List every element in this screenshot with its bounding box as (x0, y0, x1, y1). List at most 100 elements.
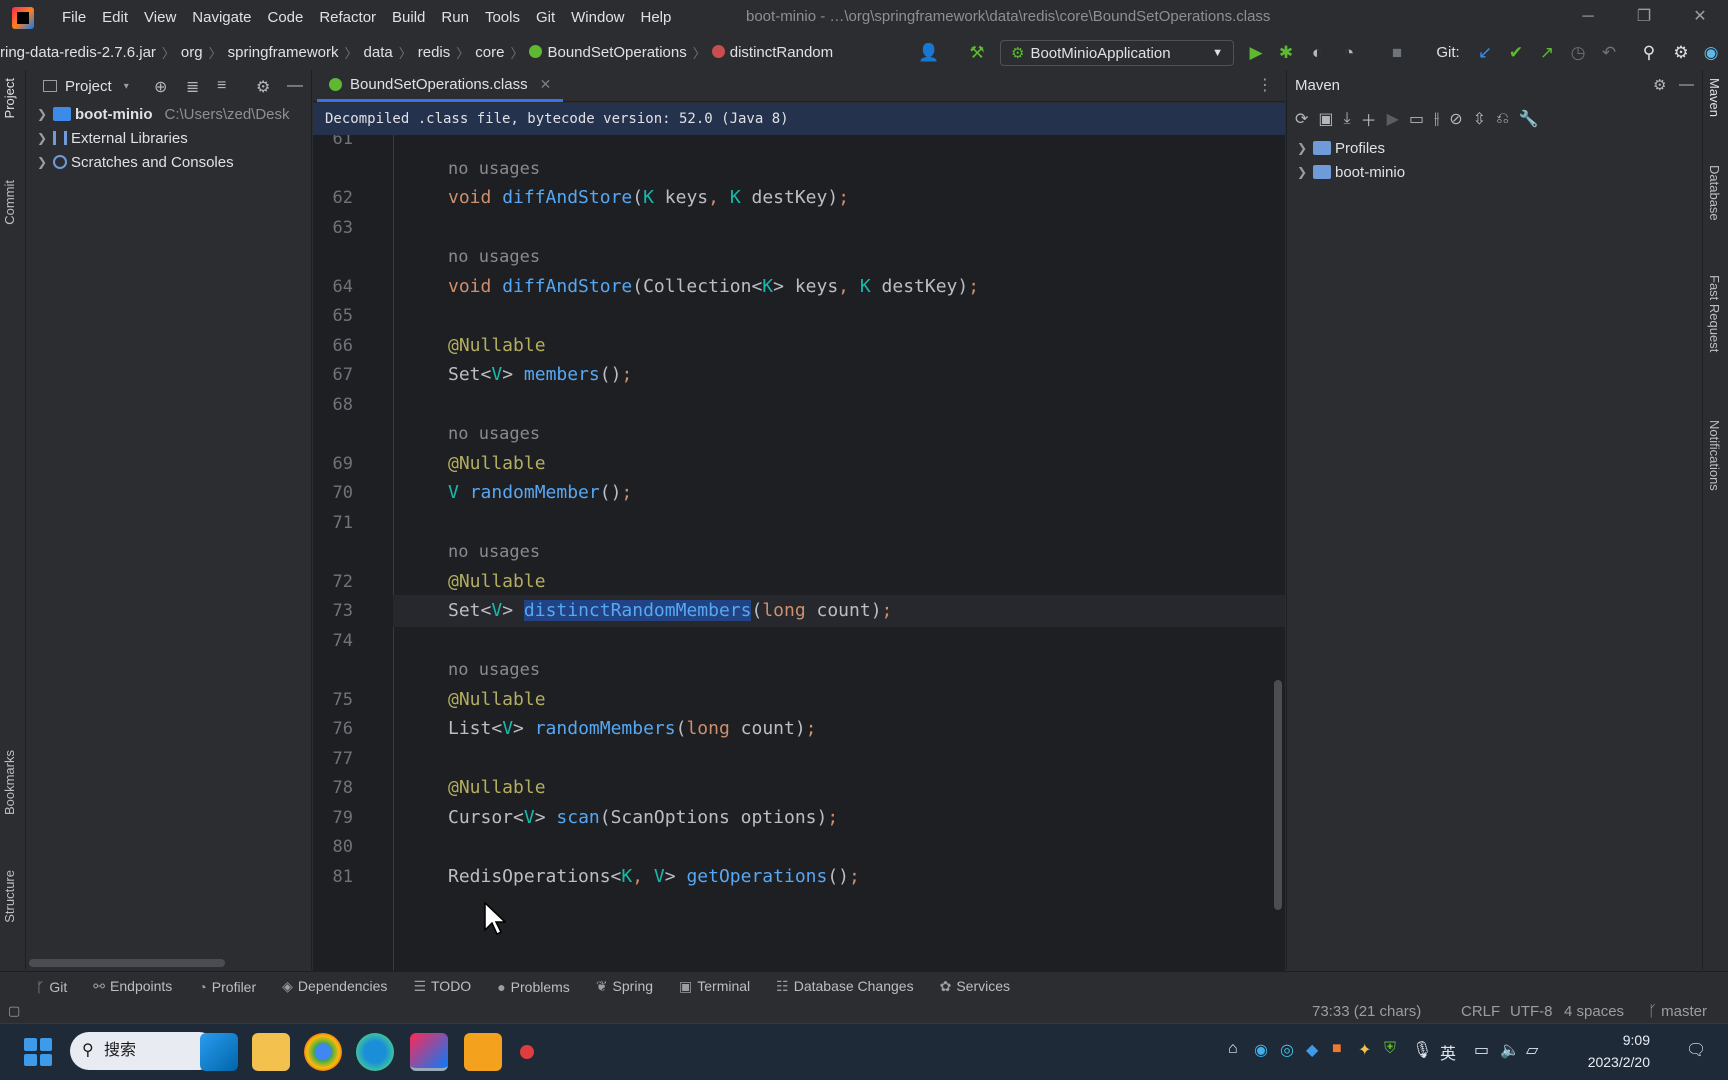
code-line[interactable]: 66 @Nullable (313, 330, 1285, 362)
tree-item-boot-minio[interactable]: ❯ boot-minio C:\Users\zed\Desk (27, 102, 311, 126)
clock-time[interactable]: 9:09 (1582, 1032, 1650, 1048)
code-line[interactable]: 78 @Nullable (313, 772, 1285, 804)
tool-tab-notifications[interactable]: Notifications (1707, 420, 1722, 491)
code-line[interactable]: 76 List<V> randomMembers(long count); (313, 713, 1285, 745)
breadcrumb-org[interactable]: org (177, 44, 207, 61)
indent-setting[interactable]: 4 spaces (1564, 1003, 1624, 1020)
tool-tab-project[interactable]: Project (2, 78, 17, 118)
maven-item-profiles[interactable]: ❯ Profiles (1287, 136, 1702, 160)
menu-refactor[interactable]: Refactor (311, 0, 384, 36)
show-dependencies-icon[interactable]: ⎌ (1496, 110, 1509, 128)
vscode-icon[interactable] (200, 1033, 238, 1071)
volume-icon[interactable]: 🔈 (1500, 1040, 1520, 1060)
close-window-icon[interactable]: ✕ (1672, 0, 1728, 34)
tool-spring[interactable]: ❦ Spring (596, 978, 653, 995)
coverage-icon[interactable]: ◐ (1306, 42, 1328, 64)
menu-file[interactable]: File (54, 0, 94, 36)
breadcrumb-springframework[interactable]: springframework (224, 44, 343, 61)
usage-hint[interactable]: no usages (448, 536, 540, 568)
tool-endpoints[interactable]: ⚯ Endpoints (93, 978, 172, 995)
code-line[interactable]: 77 (313, 743, 1285, 775)
usb-icon[interactable]: ⌂ (1228, 1040, 1238, 1058)
network-icon[interactable]: ▭ (1474, 1040, 1489, 1060)
chevron-right-icon[interactable]: ❯ (1291, 165, 1313, 179)
tree-item-external-libraries[interactable]: ❯ External Libraries (27, 126, 311, 150)
code-text[interactable]: List<V> randomMembers(long count); (448, 713, 817, 745)
tool-todo[interactable]: ☰ TODO (413, 978, 471, 995)
tray-app-icon[interactable]: ✦ (1358, 1040, 1371, 1060)
menu-view[interactable]: View (136, 0, 184, 36)
tool-tab-bookmarks[interactable]: Bookmarks (2, 750, 17, 815)
windows-start-icon[interactable] (24, 1038, 52, 1066)
chrome-icon[interactable] (304, 1033, 342, 1071)
expand-all-icon[interactable]: ≣ (186, 77, 199, 97)
menu-window[interactable]: Window (563, 0, 632, 36)
recording-icon[interactable] (520, 1045, 534, 1059)
battery-icon[interactable]: ▱ (1526, 1040, 1538, 1060)
usage-hint[interactable]: no usages (448, 654, 540, 686)
code-line[interactable]: 79 Cursor<V> scan(ScanOptions options); (313, 802, 1285, 834)
user-dropdown-icon[interactable]: 👤 (918, 42, 940, 64)
git-push-icon[interactable]: ↗ (1536, 42, 1558, 64)
debug-icon[interactable]: ✱ (1275, 42, 1297, 64)
code-line[interactable]: 73 Set<V> distinctRandomMembers(long coun… (313, 595, 1285, 627)
code-line[interactable]: 63 (313, 212, 1285, 244)
breadcrumb-core[interactable]: core (471, 44, 508, 61)
maven-wrench-icon[interactable]: 🔧 (1519, 109, 1539, 129)
code-line[interactable]: 67 Set<V> members(); (313, 359, 1285, 391)
usage-hint[interactable]: no usages (448, 153, 540, 185)
stop-icon[interactable]: ■ (1386, 42, 1408, 64)
tree-item-scratches[interactable]: ❯ Scratches and Consoles (27, 150, 311, 174)
tray-app-icon[interactable]: ◆ (1306, 1040, 1318, 1060)
code-line[interactable]: 72 @Nullable (313, 566, 1285, 598)
sublime-icon[interactable] (464, 1033, 502, 1071)
code-line[interactable]: 68 (313, 389, 1285, 421)
code-line[interactable]: no usages (313, 536, 1285, 568)
tool-tab-database[interactable]: Database (1707, 165, 1722, 221)
tab-bound-set-operations[interactable]: BoundSetOperations.class ✕ (317, 70, 564, 102)
menu-code[interactable]: Code (259, 0, 311, 36)
tray-app-icon[interactable]: ◎ (1280, 1040, 1294, 1060)
tray-app-icon[interactable]: ◉ (1254, 1040, 1268, 1060)
menu-help[interactable]: Help (633, 0, 680, 36)
intellij-logo-icon[interactable] (12, 7, 34, 29)
code-line[interactable]: no usages (313, 418, 1285, 450)
jetbrains-ai-icon[interactable]: ◉ (1700, 42, 1722, 64)
breadcrumb-data[interactable]: data (360, 44, 397, 61)
menu-build[interactable]: Build (384, 0, 433, 36)
code-line[interactable]: 74 (313, 625, 1285, 657)
code-text[interactable]: @Nullable (448, 448, 546, 480)
collapse-all-icon[interactable]: ⇳ (1473, 109, 1486, 129)
menu-edit[interactable]: Edit (94, 0, 136, 36)
usage-hint[interactable]: no usages (448, 241, 540, 273)
panel-toggle-icon[interactable]: ▢ (8, 1003, 20, 1019)
menu-run[interactable]: Run (433, 0, 477, 36)
line-separator[interactable]: CRLF (1461, 1003, 1500, 1020)
usage-hint[interactable]: no usages (448, 418, 540, 450)
code-text[interactable]: @Nullable (448, 330, 546, 362)
menu-tools[interactable]: Tools (477, 0, 528, 36)
intellij-taskbar-icon[interactable] (410, 1033, 448, 1071)
run-icon[interactable]: ▶ (1387, 109, 1399, 129)
vertical-scrollbar[interactable] (1274, 680, 1282, 910)
tool-profiler[interactable]: ◔ Profiler (198, 979, 256, 995)
code-text[interactable]: void diffAndStore(Collection<K> keys, K … (448, 271, 979, 303)
code-line[interactable]: 71 (313, 507, 1285, 539)
minimize-icon[interactable]: ─ (1560, 0, 1616, 34)
file-explorer-icon[interactable] (252, 1033, 290, 1071)
toggle-offline-icon[interactable]: ⫲ (1434, 110, 1439, 128)
code-text[interactable]: void diffAndStore(K keys, K destKey); (448, 182, 849, 214)
restore-icon[interactable]: ❐ (1616, 0, 1672, 34)
add-folder-icon[interactable]: ▣ (1318, 109, 1333, 129)
chevron-right-icon[interactable]: ❯ (1291, 141, 1313, 155)
git-branch[interactable]: ᚴ master (1648, 1003, 1707, 1020)
code-line[interactable]: no usages (313, 241, 1285, 273)
security-shield-icon[interactable]: ⛨ (1384, 1040, 1396, 1058)
profile-icon[interactable]: ◔ (1338, 42, 1360, 64)
run-icon[interactable]: ▶ (1245, 42, 1267, 64)
reload-icon[interactable]: ⟳ (1295, 109, 1308, 129)
code-line[interactable]: 70 V randomMember(); (313, 477, 1285, 509)
ime-indicator[interactable]: 英 (1440, 1040, 1456, 1064)
file-encoding[interactable]: UTF-8 (1510, 1003, 1553, 1020)
maven-settings-icon[interactable]: ⚙ (1653, 76, 1666, 94)
